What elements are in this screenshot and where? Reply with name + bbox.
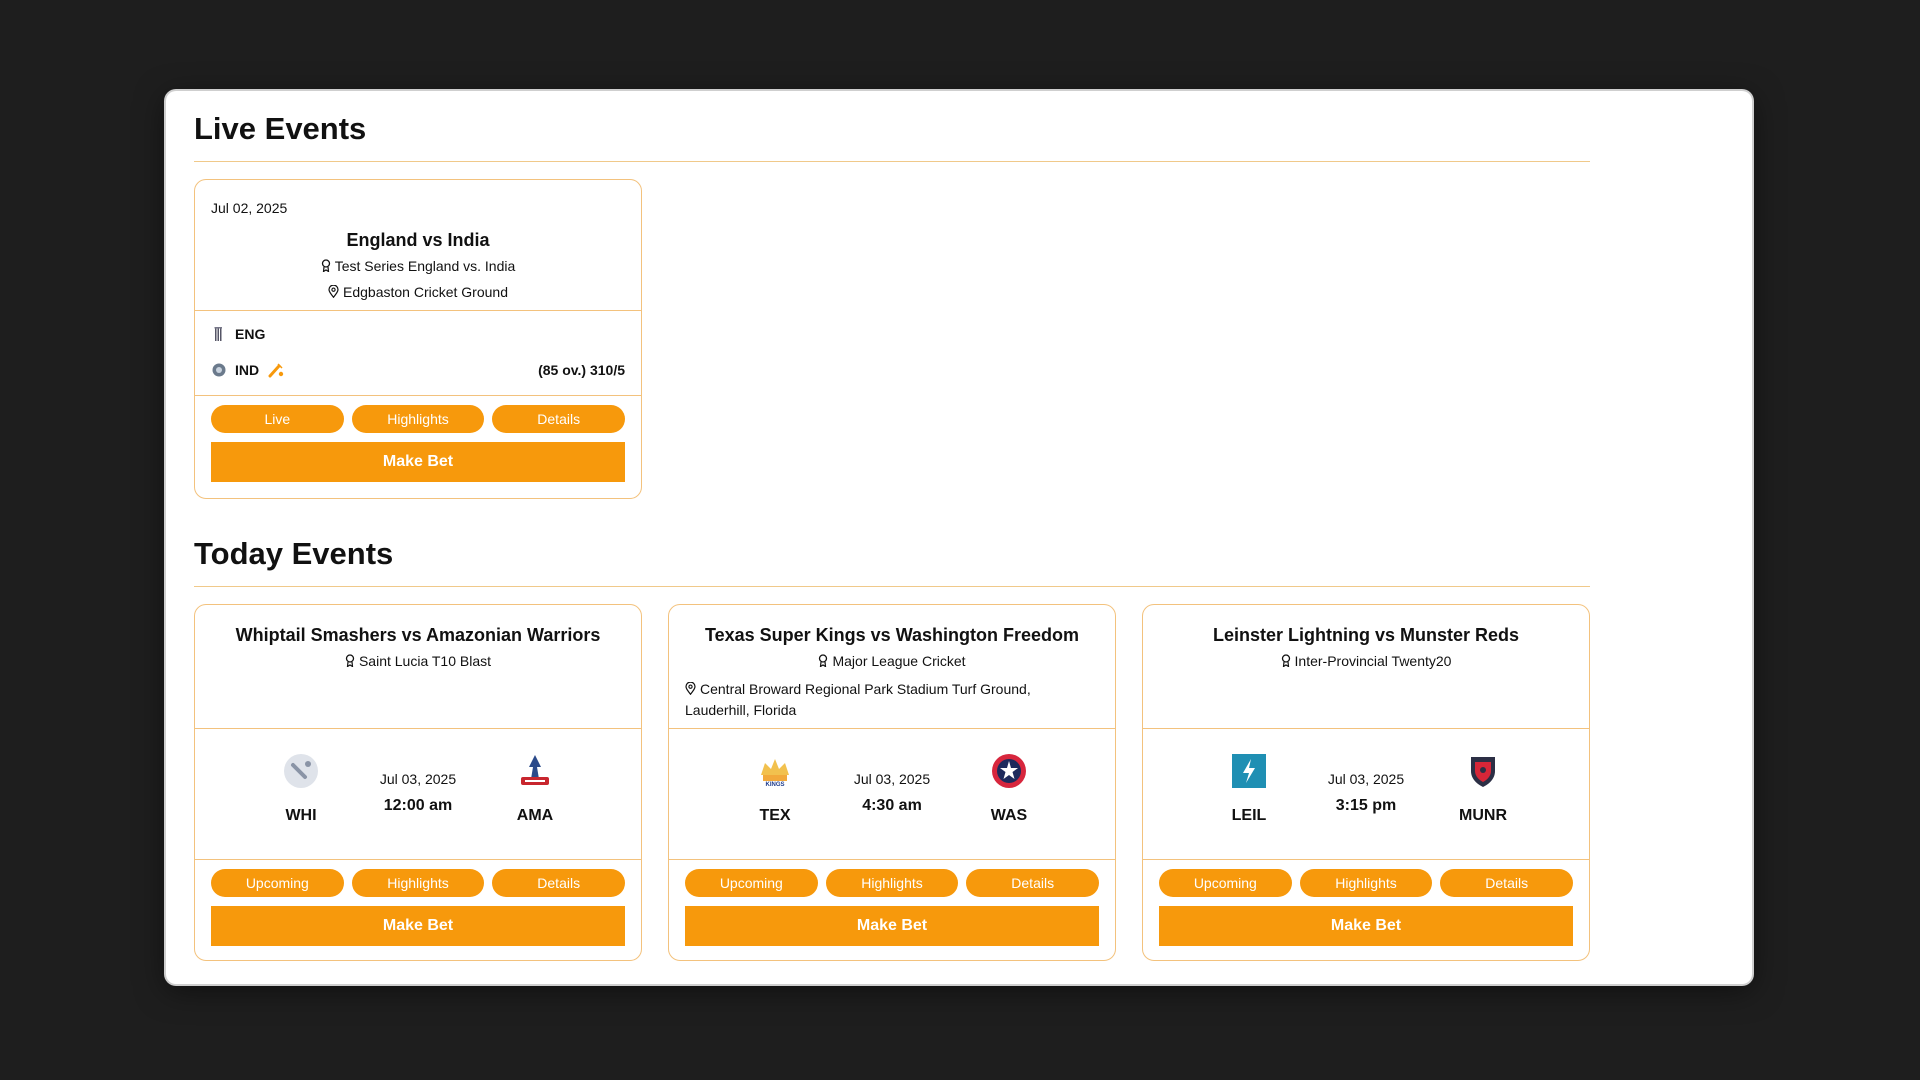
award-icon bbox=[345, 654, 355, 667]
cricket-stumps-icon bbox=[214, 327, 222, 341]
live-event-card: Jul 02, 2025 England vs India Test Serie… bbox=[194, 179, 642, 499]
award-icon bbox=[1281, 654, 1290, 667]
event-venue-line1: Central Broward Regional Park Stadium Tu… bbox=[700, 681, 1031, 697]
upcoming-button[interactable]: Upcoming bbox=[211, 869, 344, 897]
highlights-button[interactable]: Highlights bbox=[825, 869, 959, 897]
make-bet-button[interactable]: Make Bet bbox=[685, 906, 1099, 946]
highlights-button[interactable]: Highlights bbox=[351, 869, 485, 897]
live-button[interactable]: Live bbox=[211, 405, 344, 433]
munster-reds-logo-icon bbox=[1471, 757, 1495, 787]
upcoming-button[interactable]: Upcoming bbox=[685, 869, 818, 897]
card-separator bbox=[1143, 859, 1589, 860]
details-button[interactable]: Details bbox=[492, 405, 626, 433]
today-events-title: Today Events bbox=[194, 536, 394, 571]
make-bet-button[interactable]: Make Bet bbox=[211, 442, 625, 482]
details-button[interactable]: Details bbox=[492, 869, 626, 897]
event-series-text: Saint Lucia T10 Blast bbox=[358, 653, 492, 669]
away-team-abbr: WAS bbox=[990, 807, 1028, 824]
event-series: Major League Cricket bbox=[669, 653, 1115, 669]
event-venue: Edgbaston Cricket Ground bbox=[195, 284, 641, 300]
highlights-button[interactable]: Highlights bbox=[351, 405, 485, 433]
today-events-divider bbox=[194, 586, 1590, 587]
event-series: Test Series England vs. India bbox=[195, 258, 641, 274]
event-title: Leinster Lightning vs Munster Reds bbox=[1212, 625, 1520, 645]
team-row-eng: ENG bbox=[211, 322, 625, 346]
team-row-ind: IND (85 ov.) 310/5 bbox=[211, 358, 625, 382]
live-events-divider bbox=[194, 161, 1590, 162]
event-series-text: Inter-Provincial Twenty20 bbox=[1294, 653, 1452, 669]
event-series: Inter-Provincial Twenty20 bbox=[1143, 653, 1589, 669]
away-team: WAS bbox=[939, 753, 1079, 825]
card-action-buttons: Upcoming Highlights Details bbox=[685, 869, 1100, 897]
card-action-buttons: Upcoming Highlights Details bbox=[1159, 869, 1574, 897]
event-venue: Central Broward Regional Park Stadium Tu… bbox=[685, 679, 1099, 721]
cricket-ball-icon bbox=[212, 363, 226, 377]
event-title: Whiptail Smashers vs Amazonian Warriors bbox=[235, 625, 601, 645]
away-team: MUNR bbox=[1413, 753, 1553, 825]
highlights-button[interactable]: Highlights bbox=[1299, 869, 1433, 897]
match-info: LEIL Jul 03, 2025 3:15 pm MUNR bbox=[1143, 729, 1589, 859]
today-event-card: Leinster Lightning vs Munster Reds Inter… bbox=[1142, 604, 1590, 961]
location-pin-icon bbox=[328, 285, 339, 298]
live-score: (85 ov.) 310/5 bbox=[538, 362, 625, 378]
award-icon bbox=[819, 654, 828, 667]
event-venue-text: Edgbaston Cricket Ground bbox=[343, 284, 508, 300]
batting-icon bbox=[268, 363, 284, 378]
card-separator bbox=[669, 859, 1115, 860]
event-series-text: Major League Cricket bbox=[832, 653, 966, 669]
away-team-abbr: MUNR bbox=[1459, 807, 1507, 824]
card-action-buttons: Live Highlights Details bbox=[211, 405, 626, 433]
event-title: Texas Super Kings vs Washington Freedom bbox=[704, 625, 1080, 645]
upcoming-button[interactable]: Upcoming bbox=[1159, 869, 1292, 897]
card-separator bbox=[195, 395, 641, 396]
make-bet-button[interactable]: Make Bet bbox=[211, 906, 625, 946]
app-window: Live Events Jul 02, 2025 England vs Indi… bbox=[166, 91, 1752, 984]
location-pin-icon bbox=[685, 682, 696, 695]
live-events-title: Live Events bbox=[194, 111, 367, 146]
make-bet-button[interactable]: Make Bet bbox=[1159, 906, 1573, 946]
award-icon bbox=[321, 259, 330, 272]
card-separator bbox=[195, 310, 641, 311]
team-abbr: ENG bbox=[235, 326, 266, 342]
card-separator bbox=[195, 859, 641, 860]
match-info: WHI Jul 03, 2025 12:00 am AMA bbox=[195, 729, 641, 859]
event-date: Jul 02, 2025 bbox=[211, 200, 288, 216]
event-venue-line2: Lauderhill, Florida bbox=[685, 702, 797, 718]
match-info: KINGS TEX Jul 03, 2025 4:30 am WAS bbox=[669, 729, 1115, 859]
details-button[interactable]: Details bbox=[1440, 869, 1574, 897]
amazonian-warriors-logo-icon bbox=[521, 755, 549, 785]
event-series: Saint Lucia T10 Blast bbox=[195, 653, 641, 669]
team-abbr: IND bbox=[235, 362, 260, 378]
event-title: England vs India bbox=[346, 230, 490, 250]
away-team-abbr: AMA bbox=[516, 807, 554, 824]
event-series-text: Test Series England vs. India bbox=[334, 258, 516, 274]
card-action-buttons: Upcoming Highlights Details bbox=[211, 869, 626, 897]
today-event-card: Texas Super Kings vs Washington Freedom … bbox=[668, 604, 1116, 961]
away-team: AMA bbox=[465, 753, 605, 825]
today-event-card: Whiptail Smashers vs Amazonian Warriors … bbox=[194, 604, 642, 961]
details-button[interactable]: Details bbox=[966, 869, 1100, 897]
washington-freedom-logo-icon bbox=[992, 754, 1026, 788]
